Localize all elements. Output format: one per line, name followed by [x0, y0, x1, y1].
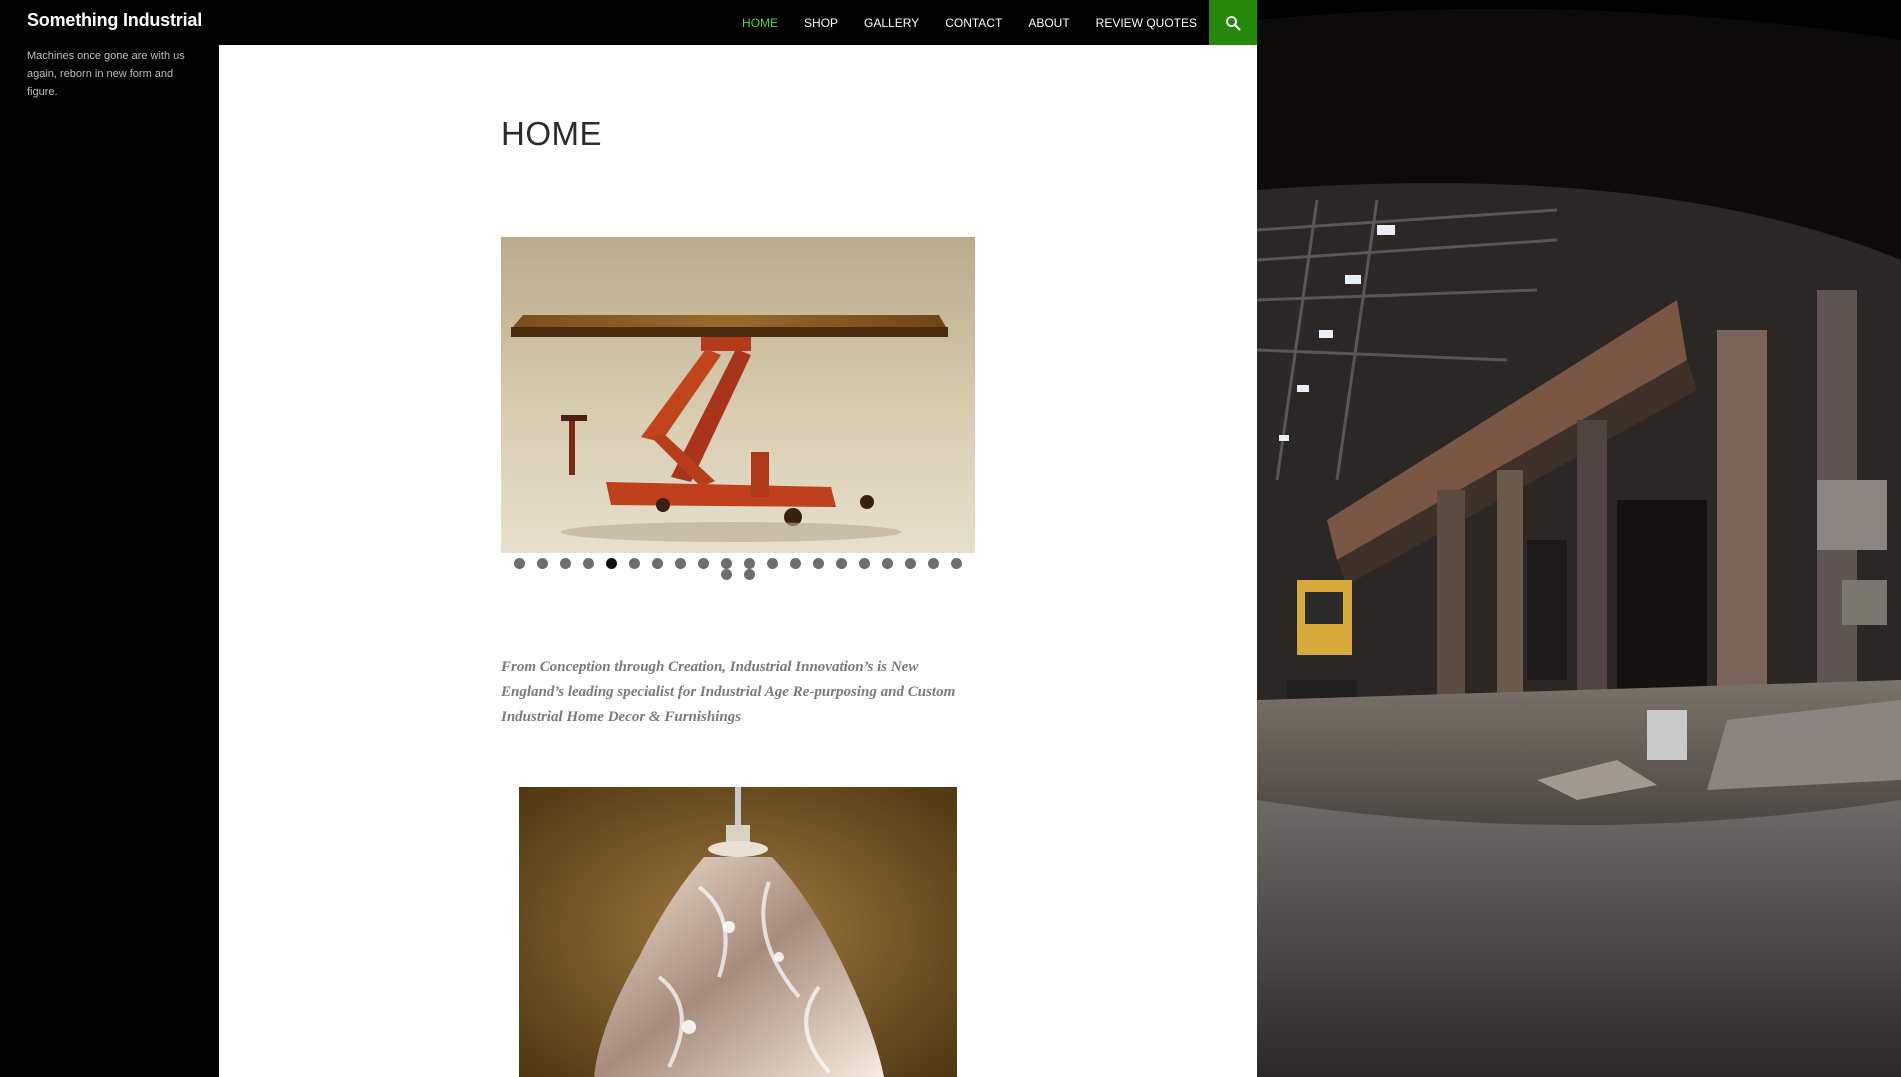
slider-dot-4[interactable] [583, 558, 594, 569]
intro-tagline: From Conception through Creation, Indust… [501, 659, 956, 725]
slider-dot-14[interactable] [813, 558, 824, 569]
sidebar: Machines once gone are with us again, re… [0, 45, 219, 1077]
nav-item-review-quotes[interactable]: REVIEW QUOTES [1096, 16, 1197, 30]
main-content: HOME From Conception through Creation, I… [219, 45, 1257, 1077]
slider-dot-1[interactable] [514, 558, 525, 569]
slider-dot-5[interactable] [606, 558, 617, 569]
slider-dot-20[interactable] [951, 558, 962, 569]
slider-dot-16[interactable] [859, 558, 870, 569]
slider-dot-2[interactable] [537, 558, 548, 569]
nav-item-contact[interactable]: CONTACT [945, 16, 1002, 30]
nav-item-gallery[interactable]: GALLERY [864, 16, 919, 30]
background-factory-image [1257, 0, 1901, 1077]
slider-dot-22[interactable] [744, 569, 755, 580]
slider-dot-15[interactable] [836, 558, 847, 569]
nav-item-home[interactable]: HOME [742, 16, 778, 30]
slider-dot-6[interactable] [629, 558, 640, 569]
slider-dot-7[interactable] [652, 558, 663, 569]
slider-dot-13[interactable] [790, 558, 801, 569]
nav-item-shop[interactable]: SHOP [804, 16, 838, 30]
slider-dot-10[interactable] [721, 558, 732, 569]
slider-dot-11[interactable] [744, 558, 755, 569]
slider-dot-18[interactable] [905, 558, 916, 569]
site-title-link[interactable]: Something Industrial [27, 10, 202, 31]
slider-dot-9[interactable] [698, 558, 709, 569]
slider-dot-17[interactable] [882, 558, 893, 569]
slider-dot-21[interactable] [721, 569, 732, 580]
slider-image-lift-table [501, 237, 975, 553]
search-icon [1226, 15, 1241, 30]
slider-dot-19[interactable] [928, 558, 939, 569]
slider-dot-8[interactable] [675, 558, 686, 569]
site-header: Something Industrial HOME SHOP GALLERY C… [0, 0, 1257, 45]
slider-dot-3[interactable] [560, 558, 571, 569]
primary-navigation: HOME SHOP GALLERY CONTACT ABOUT REVIEW Q… [716, 0, 1197, 45]
nav-item-about[interactable]: ABOUT [1028, 16, 1069, 30]
slider-dot-12[interactable] [767, 558, 778, 569]
page-title: HOME [501, 115, 602, 152]
crystal-lamp-image [519, 787, 957, 1077]
site-description: Machines once gone are with us again, re… [27, 50, 185, 98]
image-slider[interactable] [501, 237, 975, 553]
search-toggle-button[interactable] [1209, 0, 1257, 45]
